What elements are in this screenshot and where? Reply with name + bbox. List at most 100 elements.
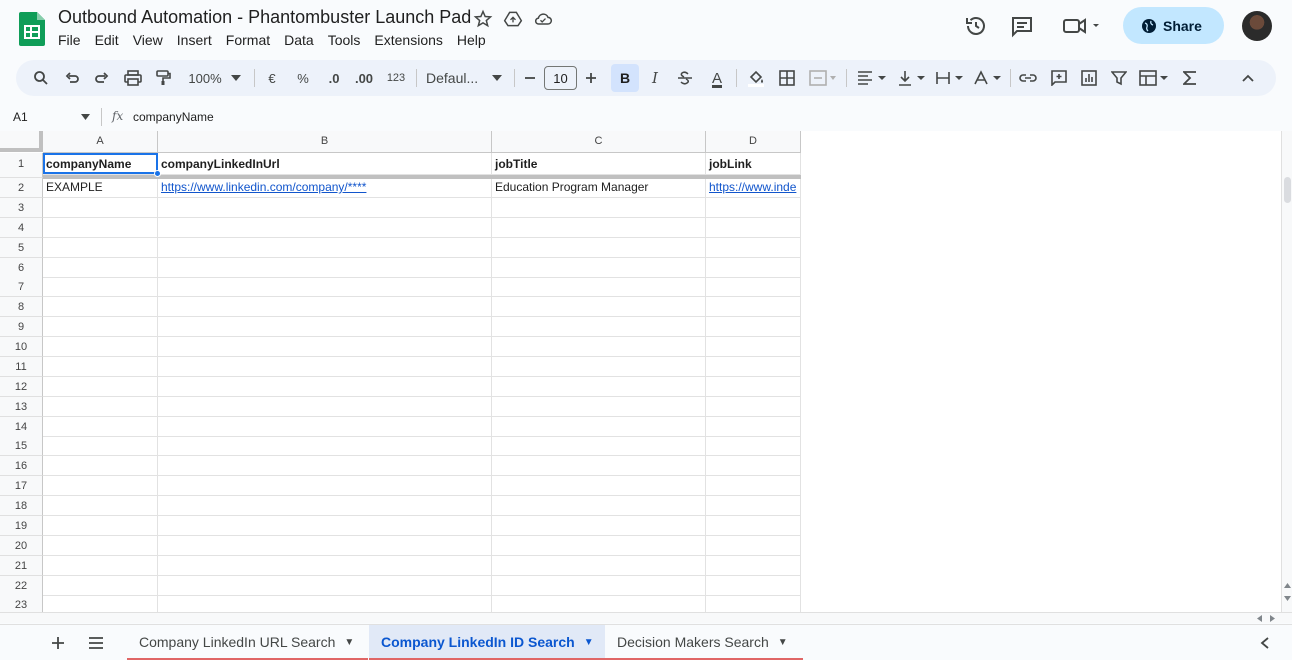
row-header[interactable]: 19 [0,515,43,536]
vertical-scroll-thumb[interactable] [1284,177,1291,203]
empty-cell[interactable] [43,555,158,576]
empty-cell[interactable] [43,535,158,556]
account-avatar[interactable] [1242,11,1272,41]
row-header[interactable]: 13 [0,396,43,417]
empty-cell[interactable] [158,456,492,477]
cell-b2-link[interactable]: https://www.linkedin.com/company/**** [158,178,492,198]
row-header[interactable]: 4 [0,217,43,238]
empty-cell[interactable] [158,515,492,536]
empty-cell[interactable] [706,535,801,556]
empty-cell[interactable] [492,595,706,612]
fill-handle[interactable] [154,170,161,177]
name-box-dropdown-icon[interactable] [81,114,90,120]
bold-button[interactable]: B [611,64,639,92]
sheet-tab-company-linkedin-id-search[interactable]: Company LinkedIn ID Search ▼ [369,625,605,659]
scroll-right-icon[interactable] [1270,615,1275,622]
scroll-up-icon[interactable] [1284,583,1291,588]
empty-cell[interactable] [43,456,158,477]
empty-cell[interactable] [492,436,706,457]
row-header[interactable]: 16 [0,456,43,477]
empty-cell[interactable] [43,416,158,437]
empty-cell[interactable] [492,535,706,556]
empty-cell[interactable] [492,456,706,477]
functions-icon[interactable] [1182,68,1198,88]
empty-cell[interactable] [158,396,492,417]
empty-cell[interactable] [43,277,158,298]
horizontal-align-icon[interactable] [856,68,888,88]
undo-icon[interactable] [63,68,81,88]
empty-cell[interactable] [158,217,492,238]
cell-a2[interactable]: EXAMPLE [43,178,158,198]
empty-cell[interactable] [158,436,492,457]
row-header[interactable]: 9 [0,317,43,338]
empty-cell[interactable] [492,217,706,238]
empty-cell[interactable] [706,416,801,437]
empty-cell[interactable] [43,356,158,377]
menu-edit[interactable]: Edit [95,32,119,48]
zoom-select[interactable]: 100% [184,68,226,88]
row-header[interactable]: 18 [0,496,43,517]
print-icon[interactable] [123,68,143,88]
paint-format-icon[interactable] [154,68,172,88]
empty-cell[interactable] [492,496,706,517]
empty-cell[interactable] [158,476,492,497]
empty-cell[interactable] [492,198,706,218]
font-select[interactable]: Defaul... [426,68,492,88]
empty-cell[interactable] [158,198,492,218]
empty-cell[interactable] [43,376,158,397]
row-header[interactable]: 22 [0,575,43,596]
empty-cell[interactable] [706,317,801,338]
column-header-b[interactable]: B [158,131,492,153]
empty-cell[interactable] [158,575,492,596]
empty-cell[interactable] [158,595,492,612]
decrease-font-size-icon[interactable] [523,68,537,88]
empty-cell[interactable] [706,376,801,397]
menu-data[interactable]: Data [284,32,314,48]
increase-font-size-icon[interactable] [584,68,598,88]
empty-cell[interactable] [43,237,158,258]
empty-cell[interactable] [492,575,706,596]
column-header-a[interactable]: A [43,131,158,153]
formula-input[interactable]: companyName [133,110,214,124]
fill-color-icon[interactable] [746,68,766,88]
empty-cell[interactable] [706,297,801,318]
empty-cell[interactable] [43,317,158,338]
empty-cell[interactable] [706,555,801,576]
cell-d2-link[interactable]: https://www.inde [706,178,801,198]
empty-cell[interactable] [706,515,801,536]
empty-cell[interactable] [43,217,158,238]
font-size-input[interactable]: 10 [544,66,577,90]
empty-cell[interactable] [492,297,706,318]
cloud-saved-icon[interactable] [533,9,553,29]
column-header-d[interactable]: D [706,131,801,153]
empty-cell[interactable] [158,297,492,318]
empty-cell[interactable] [492,356,706,377]
sheet-tab-company-linkedin-url-search[interactable]: Company LinkedIn URL Search ▼ [127,625,368,659]
empty-cell[interactable] [492,476,706,497]
empty-cell[interactable] [43,575,158,596]
menu-extensions[interactable]: Extensions [374,32,442,48]
font-dropdown-icon[interactable] [491,68,503,88]
row-header[interactable]: 15 [0,436,43,457]
text-rotation-icon[interactable] [972,68,1004,88]
empty-cell[interactable] [158,555,492,576]
cell-c1[interactable]: jobTitle [492,153,706,175]
text-wrapping-icon[interactable] [934,68,966,88]
empty-cell[interactable] [492,555,706,576]
empty-cell[interactable] [43,496,158,517]
empty-cell[interactable] [492,317,706,338]
row-header[interactable]: 14 [0,416,43,437]
menu-file[interactable]: File [58,32,81,48]
row-header[interactable]: 20 [0,535,43,556]
horizontal-scrollbar[interactable] [0,612,1292,623]
zoom-dropdown-icon[interactable] [230,68,242,88]
empty-cell[interactable] [706,277,801,298]
empty-cell[interactable] [706,356,801,377]
collapse-toolbar-icon[interactable] [1240,68,1256,88]
empty-cell[interactable] [706,595,801,612]
empty-cell[interactable] [43,198,158,218]
add-sheet-icon[interactable] [51,636,65,650]
sheet-tab-menu-icon[interactable]: ▼ [584,637,594,648]
row-header[interactable]: 2 [0,178,43,198]
column-header-c[interactable]: C [492,131,706,153]
